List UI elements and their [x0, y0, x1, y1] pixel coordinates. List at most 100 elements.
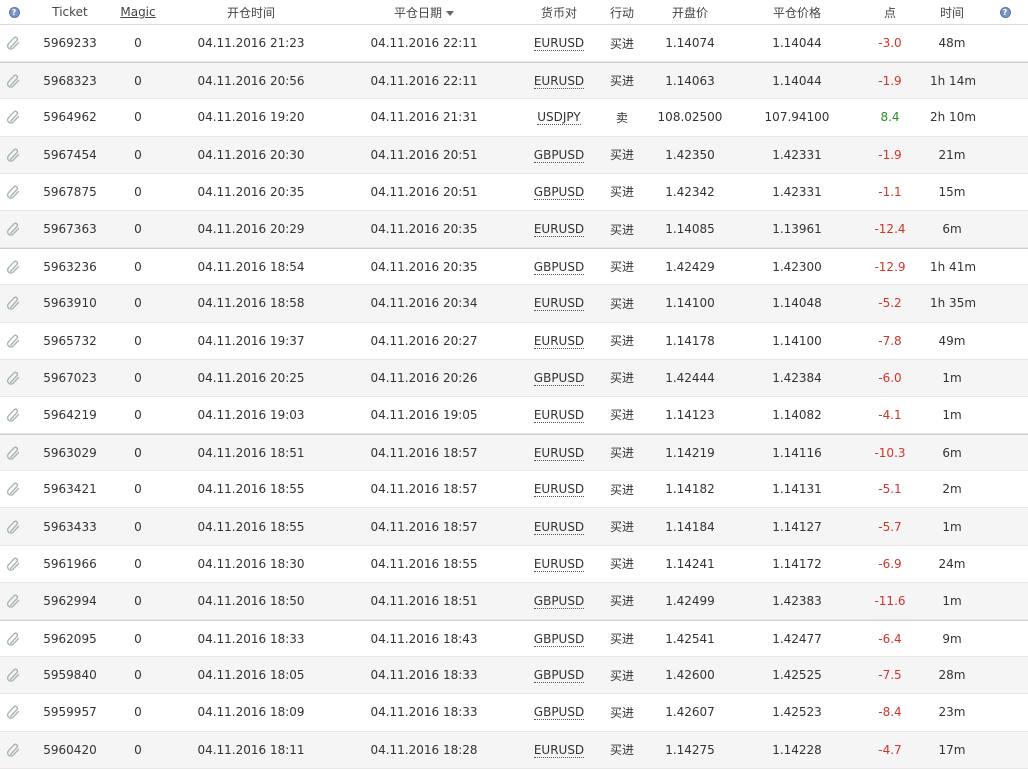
attach-cell[interactable]: [0, 370, 28, 386]
symbol-cell[interactable]: GBPUSD: [510, 668, 608, 684]
paperclip-icon[interactable]: [6, 556, 22, 572]
symbol-link[interactable]: GBPUSD: [533, 593, 585, 609]
symbol-cell[interactable]: USDJPY: [510, 110, 608, 126]
paperclip-icon[interactable]: [6, 147, 22, 163]
symbol-link[interactable]: EURUSD: [533, 482, 585, 498]
question-icon[interactable]: ?: [8, 6, 20, 18]
symbol-cell[interactable]: EURUSD: [510, 742, 608, 758]
symbol-cell[interactable]: EURUSD: [510, 73, 608, 89]
paperclip-icon[interactable]: [6, 704, 22, 720]
paperclip-icon[interactable]: [6, 445, 22, 461]
attach-cell[interactable]: [0, 631, 28, 647]
paperclip-icon[interactable]: [6, 259, 22, 275]
symbol-link[interactable]: EURUSD: [533, 36, 585, 52]
symbol-link[interactable]: GBPUSD: [533, 147, 585, 163]
symbol-link[interactable]: EURUSD: [533, 519, 585, 535]
header-open-price[interactable]: 开盘价: [636, 4, 744, 21]
paperclip-icon[interactable]: [6, 519, 22, 535]
symbol-cell[interactable]: GBPUSD: [510, 705, 608, 721]
symbol-link[interactable]: GBPUSD: [533, 631, 585, 647]
attach-cell[interactable]: [0, 109, 28, 125]
paperclip-icon[interactable]: [6, 295, 22, 311]
symbol-link[interactable]: EURUSD: [533, 556, 585, 572]
attach-cell[interactable]: [0, 742, 28, 758]
attach-cell[interactable]: [0, 184, 28, 200]
paperclip-icon[interactable]: [6, 333, 22, 349]
symbol-cell[interactable]: EURUSD: [510, 36, 608, 52]
ticket-cell: 5964962: [43, 110, 97, 125]
header-close-price[interactable]: 平仓价格: [744, 4, 850, 21]
symbol-cell[interactable]: GBPUSD: [510, 147, 608, 163]
symbol-cell[interactable]: EURUSD: [510, 333, 608, 349]
paperclip-icon[interactable]: [6, 667, 22, 683]
header-time[interactable]: 时间: [930, 4, 974, 21]
question-icon[interactable]: ?: [999, 6, 1011, 18]
paperclip-icon[interactable]: [6, 184, 22, 200]
attach-cell[interactable]: [0, 704, 28, 720]
symbol-cell[interactable]: EURUSD: [510, 519, 608, 535]
header-close-date[interactable]: 平仓日期: [338, 4, 510, 21]
symbol-cell[interactable]: EURUSD: [510, 482, 608, 498]
attach-cell[interactable]: [0, 445, 28, 461]
symbol-cell[interactable]: GBPUSD: [510, 593, 608, 609]
symbol-cell[interactable]: EURUSD: [510, 556, 608, 572]
symbol-cell[interactable]: EURUSD: [510, 222, 608, 238]
attach-cell[interactable]: [0, 259, 28, 275]
header-symbol[interactable]: 货币对: [510, 4, 608, 21]
paperclip-icon[interactable]: [6, 370, 22, 386]
attach-cell[interactable]: [0, 519, 28, 535]
attach-cell[interactable]: [0, 333, 28, 349]
symbol-cell[interactable]: GBPUSD: [510, 631, 608, 647]
symbol-link[interactable]: EURUSD: [533, 407, 585, 423]
attach-cell[interactable]: [0, 147, 28, 163]
symbol-link[interactable]: USDJPY: [537, 110, 581, 126]
attach-cell[interactable]: [0, 667, 28, 683]
symbol-cell[interactable]: GBPUSD: [510, 259, 608, 275]
paperclip-icon[interactable]: [6, 742, 22, 758]
symbol-link[interactable]: GBPUSD: [533, 370, 585, 386]
attach-cell[interactable]: [0, 35, 28, 51]
paperclip-icon[interactable]: [6, 631, 22, 647]
symbol-link[interactable]: EURUSD: [533, 742, 585, 758]
header-points[interactable]: 点: [850, 4, 930, 21]
symbol-link[interactable]: EURUSD: [533, 222, 585, 238]
paperclip-icon[interactable]: [6, 407, 22, 423]
symbol-link[interactable]: GBPUSD: [533, 705, 585, 721]
paperclip-icon[interactable]: [6, 221, 22, 237]
symbol-cell[interactable]: GBPUSD: [510, 184, 608, 200]
attach-cell[interactable]: [0, 481, 28, 497]
paperclip-icon[interactable]: [6, 35, 22, 51]
symbol-link[interactable]: GBPUSD: [533, 259, 585, 275]
header-action[interactable]: 行动: [608, 4, 636, 21]
attach-cell[interactable]: [0, 407, 28, 423]
symbol-cell[interactable]: EURUSD: [510, 296, 608, 312]
header-help[interactable]: ?: [0, 6, 28, 18]
paperclip-icon[interactable]: [6, 109, 22, 125]
symbol-link[interactable]: EURUSD: [533, 445, 585, 461]
header-magic-label[interactable]: Magic: [120, 5, 155, 19]
symbol-link[interactable]: EURUSD: [533, 296, 585, 312]
header-magic[interactable]: Magic: [112, 5, 164, 19]
sort-desc-icon[interactable]: [446, 10, 454, 16]
header-help-right[interactable]: ?: [974, 6, 1028, 18]
attach-cell[interactable]: [0, 556, 28, 572]
symbol-cell[interactable]: EURUSD: [510, 407, 608, 423]
header-open-time[interactable]: 开仓时间: [164, 4, 338, 21]
attach-cell[interactable]: [0, 221, 28, 237]
attach-cell[interactable]: [0, 593, 28, 609]
symbol-cell[interactable]: GBPUSD: [510, 370, 608, 386]
header-close-date-label[interactable]: 平仓日期: [394, 6, 442, 20]
symbol-link[interactable]: EURUSD: [533, 333, 585, 349]
attach-cell[interactable]: [0, 295, 28, 311]
paperclip-icon[interactable]: [6, 481, 22, 497]
symbol-link[interactable]: EURUSD: [533, 73, 585, 89]
paperclip-icon[interactable]: [6, 73, 22, 89]
attach-cell[interactable]: [0, 73, 28, 89]
symbol-link[interactable]: GBPUSD: [533, 668, 585, 684]
symbol-link[interactable]: GBPUSD: [533, 184, 585, 200]
symbol-cell[interactable]: EURUSD: [510, 445, 608, 461]
header-ticket[interactable]: Ticket: [28, 5, 112, 19]
table-row: 5962095 0 04.11.2016 18:33 04.11.2016 18…: [0, 620, 1028, 658]
paperclip-icon[interactable]: [6, 593, 22, 609]
close-date-cell: 04.11.2016 19:05: [370, 407, 478, 422]
